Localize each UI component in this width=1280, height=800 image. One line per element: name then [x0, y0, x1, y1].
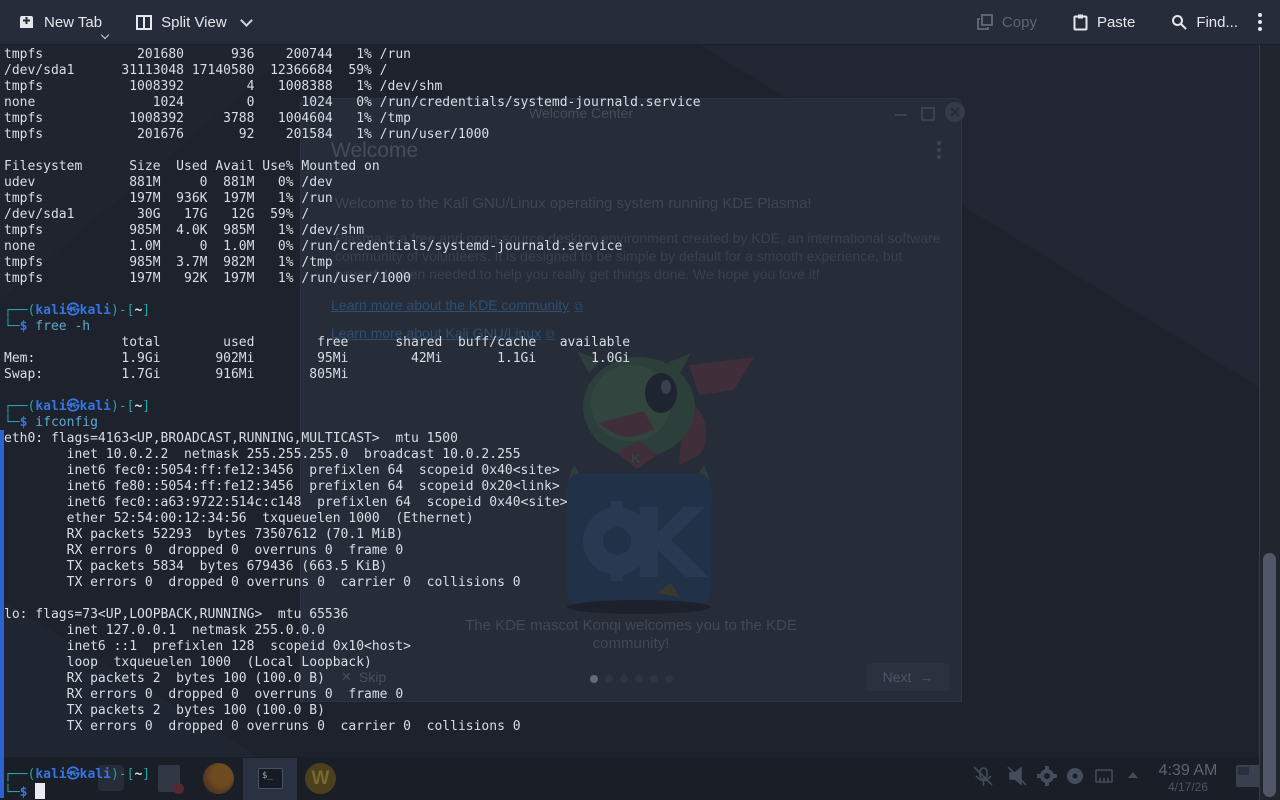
split-view-icon	[136, 15, 152, 30]
terminal-toolbar: New Tab Split View Copy Paste	[0, 0, 1280, 45]
microphone-muted-icon	[974, 767, 992, 786]
split-view-button[interactable]: Split View	[126, 0, 261, 44]
terminal-line	[4, 383, 701, 399]
terminal-line: tmpfs 201676 92 201584 1% /run/user/1000	[4, 127, 701, 143]
desktop-screen: Welcome Center Welcome Welcome to the Ka…	[0, 0, 1280, 800]
find-label: Find...	[1196, 14, 1238, 31]
terminal-line: TX errors 0 dropped 0 overruns 0 carrier…	[4, 575, 701, 591]
terminal-line: lo: flags=73<UP,LOOPBACK,RUNNING> mtu 65…	[4, 607, 701, 623]
new-tab-icon	[18, 14, 35, 30]
new-tab-button[interactable]: New Tab	[8, 0, 112, 44]
terminal-line: total used free shared buff/cache availa…	[4, 335, 701, 351]
terminal-line: tmpfs 197M 92K 197M 1% /run/user/1000	[4, 271, 701, 287]
search-icon	[1171, 14, 1187, 30]
copy-label: Copy	[1002, 14, 1037, 31]
overflow-menu-icon[interactable]	[1258, 13, 1262, 17]
terminal-line: none 1024 0 1024 0% /run/credentials/sys…	[4, 95, 701, 111]
terminal-line: tmpfs 197M 936K 197M 1% /run	[4, 191, 701, 207]
terminal-line: udev 881M 0 881M 0% /dev	[4, 175, 701, 191]
terminal-line: inet 10.0.2.2 netmask 255.255.255.0 broa…	[4, 447, 701, 463]
terminal-line: TX packets 2 bytes 100 (100.0 B)	[4, 703, 701, 719]
terminal-line: RX errors 0 dropped 0 overruns 0 frame 0	[4, 543, 701, 559]
paste-button[interactable]: Paste	[1063, 0, 1145, 44]
terminal-line: none 1.0M 0 1.0M 0% /run/credentials/sys…	[4, 239, 701, 255]
terminal-line: Filesystem Size Used Avail Use% Mounted …	[4, 159, 701, 175]
overflow-menu-icon	[937, 141, 941, 145]
terminal-line	[4, 591, 701, 607]
maximize-icon	[921, 107, 935, 121]
cursor	[35, 783, 45, 799]
terminal-line: RX packets 2 bytes 100 (100.0 B)	[4, 671, 701, 687]
find-button[interactable]: Find...	[1161, 0, 1248, 44]
terminal-line: inet6 fec0::5054:ff:fe12:3456 prefixlen …	[4, 463, 701, 479]
settings-gear-icon	[1037, 766, 1057, 786]
terminal-line: └─$ ifconfig	[4, 415, 701, 431]
terminal-line: inet6 fec0::a63:9722:514c:c148 prefixlen…	[4, 495, 701, 511]
terminal-line: └─$ free -h	[4, 319, 701, 335]
terminal-line: Mem: 1.9Gi 902Mi 95Mi 42Mi 1.1Gi 1.0Gi	[4, 351, 701, 367]
terminal-line	[4, 751, 701, 767]
scrollbar-track[interactable]	[1259, 45, 1260, 800]
close-icon	[945, 102, 965, 122]
output-indicator-bar	[0, 430, 4, 798]
terminal-line: ┌──(kali㉿kali)-[~]	[4, 767, 701, 783]
terminal-line: TX errors 0 dropped 0 overruns 0 carrier…	[4, 719, 701, 735]
paste-icon	[1073, 14, 1088, 31]
copy-icon	[977, 14, 993, 30]
terminal-line: inet6 ::1 prefixlen 128 scopeid 0x10<hos…	[4, 639, 701, 655]
terminal-line: loop txqueuelen 1000 (Local Loopback)	[4, 655, 701, 671]
paste-label: Paste	[1097, 14, 1135, 31]
terminal-line: inet 127.0.0.1 netmask 255.0.0.0	[4, 623, 701, 639]
network-icon	[1096, 770, 1112, 782]
terminal-line: tmpfs 985M 3.7M 982M 1% /tmp	[4, 255, 701, 271]
disc-icon	[1067, 768, 1083, 784]
terminal-line: /dev/sda1 30G 17G 12G 59% /	[4, 207, 701, 223]
clock: 4:39 AM 4/17/26	[1145, 762, 1231, 794]
terminal-line: inet6 fe80::5054:ff:fe12:3456 prefixlen …	[4, 479, 701, 495]
scrollbar-thumb[interactable]	[1263, 553, 1276, 797]
next-button: Next →	[867, 663, 949, 691]
terminal-line: tmpfs 201680 936 200744 1% /run	[4, 47, 701, 63]
terminal-line: TX packets 5834 bytes 679436 (663.5 KiB)	[4, 559, 701, 575]
terminal-line: tmpfs 1008392 3788 1004604 1% /tmp	[4, 111, 701, 127]
arrow-right-icon: →	[919, 669, 933, 685]
terminal-line	[4, 735, 701, 751]
chevron-down-icon	[101, 31, 109, 39]
copy-button[interactable]: Copy	[967, 0, 1047, 44]
next-label: Next	[883, 669, 912, 685]
clock-time: 4:39 AM	[1145, 762, 1231, 780]
terminal-line: tmpfs 985M 4.0K 985M 1% /dev/shm	[4, 223, 701, 239]
terminal-line: ┌──(kali㉿kali)-[~]	[4, 303, 701, 319]
chevron-down-icon	[240, 14, 253, 27]
terminal-line: ┌──(kali㉿kali)-[~]	[4, 399, 701, 415]
clock-date: 4/17/26	[1145, 780, 1231, 794]
split-view-label: Split View	[161, 14, 227, 31]
terminal-line: ether 52:54:00:12:34:56 txqueuelen 1000 …	[4, 511, 701, 527]
expand-tray-icon	[1128, 772, 1138, 778]
terminal-line	[4, 287, 701, 303]
terminal-line: tmpfs 1008392 4 1008388 1% /dev/shm	[4, 79, 701, 95]
terminal-line: RX packets 52293 bytes 73507612 (70.1 Mi…	[4, 527, 701, 543]
terminal-line: /dev/sda1 31113048 17140580 12366684 59%…	[4, 63, 701, 79]
minimize-icon	[895, 114, 907, 116]
volume-muted-icon	[1008, 767, 1026, 785]
new-tab-label: New Tab	[44, 14, 102, 31]
terminal-line: eth0: flags=4163<UP,BROADCAST,RUNNING,MU…	[4, 431, 701, 447]
terminal-line: RX errors 0 dropped 0 overruns 0 frame 0	[4, 687, 701, 703]
terminal-line: └─$	[4, 783, 701, 799]
terminal-line: Swap: 1.7Gi 916Mi 805Mi	[4, 367, 701, 383]
system-tray	[972, 765, 1142, 793]
terminal-output[interactable]: tmpfs 201680 936 200744 1% /run/dev/sda1…	[4, 47, 701, 799]
terminal-line	[4, 143, 701, 159]
